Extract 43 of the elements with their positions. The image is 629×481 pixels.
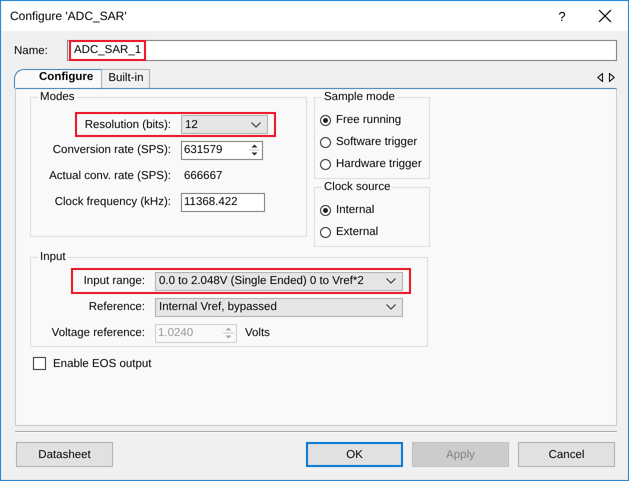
dialog-button[interactable]: OK: [306, 442, 403, 467]
dialog-button[interactable]: Datasheet: [16, 442, 113, 467]
name-label: Name:: [14, 44, 49, 56]
caret-icon: [251, 122, 261, 128]
tab[interactable]: Built-in: [101, 69, 150, 88]
value-text: 666667: [183, 170, 222, 182]
field-label: Resolution (bits):: [84, 118, 171, 130]
dropdown[interactable]: 12: [181, 115, 268, 134]
radio-button[interactable]: [320, 114, 331, 126]
help-button[interactable]: ?: [552, 8, 572, 24]
close-icon[interactable]: [598, 9, 612, 23]
field-label: Actual conv. rate (SPS):: [48, 170, 171, 182]
checkbox[interactable]: [33, 357, 46, 370]
dropdown[interactable]: Internal Vref, bypassed: [155, 298, 403, 316]
radio-label: External: [336, 226, 378, 238]
radio-label: Internal: [336, 204, 374, 216]
checkbox-label: Enable EOS output: [53, 358, 152, 370]
radio-button[interactable]: [320, 226, 331, 238]
text-field[interactable]: 11368.422: [181, 192, 265, 212]
group-title: Input: [38, 251, 68, 264]
tab[interactable]: Configure: [14, 69, 102, 88]
field-label: Input range:: [82, 275, 145, 287]
radio-label: Software trigger: [336, 136, 418, 148]
field-label: Reference:: [88, 301, 145, 313]
radio-label: Hardware trigger: [336, 158, 422, 170]
window-title: Configure 'ADC_SAR': [10, 9, 128, 23]
radio-label: Free running: [336, 114, 402, 126]
scroll-right-icon[interactable]: [609, 73, 615, 82]
caret-icon: [386, 278, 396, 284]
field-label: Voltage reference:: [50, 327, 145, 339]
radio-button[interactable]: [320, 158, 331, 170]
radio-button[interactable]: [320, 204, 331, 216]
dialog-button: Apply: [412, 442, 509, 467]
unit-label: Volts: [245, 327, 270, 339]
dialog-button[interactable]: Cancel: [518, 442, 615, 467]
scroll-left-icon[interactable]: [597, 73, 603, 82]
dropdown[interactable]: 0.0 to 2.048V (Single Ended) 0 to Vref*2: [155, 272, 403, 290]
group-title: Sample mode: [322, 91, 397, 104]
field-label: Clock frequency (kHz):: [54, 196, 171, 208]
name-field[interactable]: ADC_SAR_1: [67, 40, 617, 61]
radio-button[interactable]: [320, 136, 331, 148]
caret-icon: [386, 304, 396, 310]
field-label: Conversion rate (SPS):: [52, 144, 171, 156]
